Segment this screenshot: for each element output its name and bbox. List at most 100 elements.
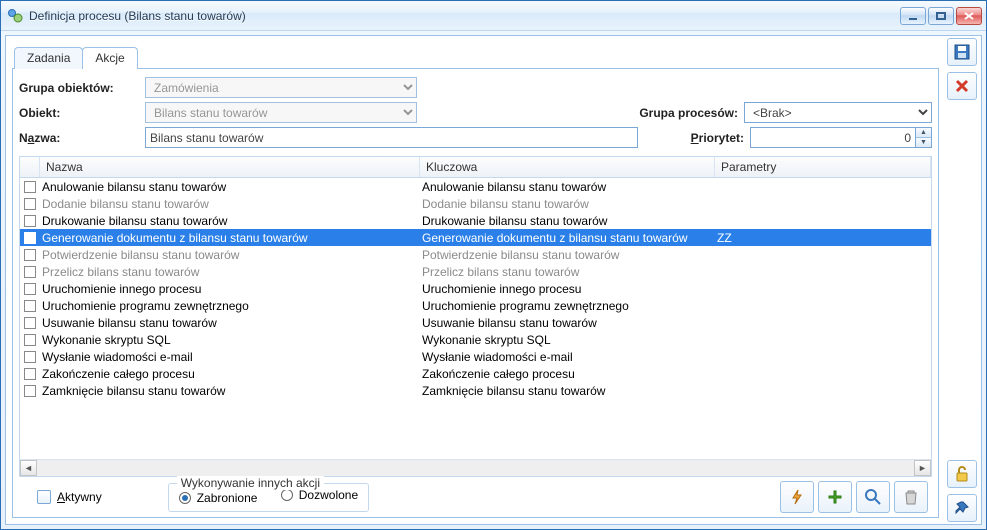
select-grupa-procesow[interactable]: <Brak>: [744, 102, 932, 123]
row-checkbox[interactable]: [24, 283, 36, 295]
column-nazwa[interactable]: Nazwa: [40, 157, 420, 177]
pin-icon: [954, 500, 970, 516]
spin-priorytet[interactable]: ▲▼: [750, 127, 932, 148]
cell-kluczowa: Potwierdzenie bilansu stanu towarów: [420, 248, 715, 262]
row-checkbox[interactable]: [24, 215, 36, 227]
cell-nazwa: Zamknięcie bilansu stanu towarów: [40, 384, 420, 398]
group-legend: Wykonywanie innych akcji: [177, 476, 324, 490]
label-grupa-obiektow: Grupa obiektów:: [19, 81, 139, 95]
tab-akcje[interactable]: Akcje: [82, 47, 137, 69]
row-checkbox[interactable]: [24, 385, 36, 397]
x-icon: [954, 78, 970, 94]
app-icon: [7, 8, 23, 24]
select-grupa-obiektow[interactable]: Zamówienia: [145, 77, 417, 98]
cell-kluczowa: Generowanie dokumentu z bilansu stanu to…: [420, 231, 715, 245]
pin-button[interactable]: [947, 494, 977, 522]
floppy-icon: [953, 43, 971, 61]
spin-down-icon[interactable]: ▼: [916, 137, 931, 147]
cell-kluczowa: Uruchomienie innego procesu: [420, 282, 715, 296]
row-checkbox[interactable]: [24, 317, 36, 329]
titlebar[interactable]: Definicja procesu (Bilans stanu towarów): [1, 1, 986, 31]
radio-zabronione[interactable]: Zabronione: [179, 491, 258, 505]
table-row[interactable]: Wysłanie wiadomości e-mailWysłanie wiado…: [20, 348, 931, 365]
scroll-left-icon[interactable]: ◄: [20, 460, 37, 476]
column-kluczowa[interactable]: Kluczowa: [420, 157, 715, 177]
spin-priorytet-input[interactable]: [751, 128, 915, 147]
save-button[interactable]: [947, 38, 977, 66]
cell-nazwa: Anulowanie bilansu stanu towarów: [40, 180, 420, 194]
add-button[interactable]: [818, 481, 852, 513]
table-row[interactable]: Zakończenie całego procesuZakończenie ca…: [20, 365, 931, 382]
table-row[interactable]: Generowanie dokumentu z bilansu stanu to…: [20, 229, 931, 246]
table-row[interactable]: Drukowanie bilansu stanu towarówDrukowan…: [20, 212, 931, 229]
cell-kluczowa: Przelicz bilans stanu towarów: [420, 265, 715, 279]
row-checkbox[interactable]: [24, 266, 36, 278]
trash-icon: [902, 488, 920, 506]
cell-nazwa: Wykonanie skryptu SQL: [40, 333, 420, 347]
row-checkbox[interactable]: [24, 198, 36, 210]
table-row[interactable]: Wykonanie skryptu SQLWykonanie skryptu S…: [20, 331, 931, 348]
table-row[interactable]: Usuwanie bilansu stanu towarówUsuwanie b…: [20, 314, 931, 331]
unlock-button[interactable]: [947, 460, 977, 488]
cell-kluczowa: Dodanie bilansu stanu towarów: [420, 197, 715, 211]
label-obiekt: Obiekt:: [19, 106, 139, 120]
radio-dozwolone[interactable]: Dozwolone: [281, 488, 358, 502]
tab-zadania[interactable]: Zadania: [14, 47, 83, 69]
row-checkbox[interactable]: [24, 334, 36, 346]
execute-button[interactable]: [780, 481, 814, 513]
table-row[interactable]: Zamknięcie bilansu stanu towarówZamknięc…: [20, 382, 931, 399]
table-row[interactable]: Dodanie bilansu stanu towarówDodanie bil…: [20, 195, 931, 212]
tab-panel-akcje: Grupa obiektów: Zamówienia Obiekt: Bilan…: [12, 68, 939, 518]
column-parametry[interactable]: Parametry: [715, 157, 931, 177]
cell-kluczowa: Zakończenie całego procesu: [420, 367, 715, 381]
cell-nazwa: Drukowanie bilansu stanu towarów: [40, 214, 420, 228]
cell-nazwa: Potwierdzenie bilansu stanu towarów: [40, 248, 420, 262]
row-checkbox[interactable]: [24, 351, 36, 363]
side-toolbar: [943, 36, 981, 524]
input-nazwa[interactable]: [145, 127, 638, 148]
cell-kluczowa: Wykonanie skryptu SQL: [420, 333, 715, 347]
client-area: Zadania Akcje Grupa obiektów: Zamówienia…: [5, 35, 982, 525]
row-checkbox[interactable]: [24, 300, 36, 312]
grid-body[interactable]: Anulowanie bilansu stanu towarówAnulowan…: [20, 178, 931, 459]
cell-kluczowa: Zamknięcie bilansu stanu towarów: [420, 384, 715, 398]
grid-header: Nazwa Kluczowa Parametry: [20, 157, 931, 178]
scroll-track[interactable]: [37, 460, 914, 476]
row-checkbox[interactable]: [24, 368, 36, 380]
table-row[interactable]: Uruchomienie programu zewnętrznegoUrucho…: [20, 297, 931, 314]
close-button[interactable]: [956, 7, 982, 25]
table-row[interactable]: Przelicz bilans stanu towarówPrzelicz bi…: [20, 263, 931, 280]
cell-nazwa: Usuwanie bilansu stanu towarów: [40, 316, 420, 330]
row-checkbox[interactable]: [24, 181, 36, 193]
row-checkbox[interactable]: [24, 249, 36, 261]
select-obiekt[interactable]: Bilans stanu towarów: [145, 102, 417, 123]
spin-up-icon[interactable]: ▲: [916, 128, 931, 137]
horizontal-scrollbar[interactable]: ◄ ►: [20, 459, 931, 476]
cell-nazwa: Przelicz bilans stanu towarów: [40, 265, 420, 279]
cell-kluczowa: Usuwanie bilansu stanu towarów: [420, 316, 715, 330]
padlock-open-icon: [953, 465, 971, 483]
delete-button[interactable]: [894, 481, 928, 513]
actions-grid: Nazwa Kluczowa Parametry Anulowanie bila…: [19, 156, 932, 477]
radio-dot-icon: [281, 489, 293, 501]
row-checkbox[interactable]: [24, 232, 36, 244]
label-nazwa: Nazwa:: [19, 131, 139, 145]
search-button[interactable]: [856, 481, 890, 513]
label-priorytet: Priorytet:: [691, 131, 744, 145]
minimize-button[interactable]: [900, 7, 926, 25]
cell-nazwa: Dodanie bilansu stanu towarów: [40, 197, 420, 211]
table-row[interactable]: Potwierdzenie bilansu stanu towarówPotwi…: [20, 246, 931, 263]
magnifier-icon: [864, 488, 882, 506]
scroll-right-icon[interactable]: ►: [914, 460, 931, 476]
window-frame: Definicja procesu (Bilans stanu towarów)…: [0, 0, 987, 530]
checkbox-box-icon: [37, 490, 51, 504]
cell-nazwa: Wysłanie wiadomości e-mail: [40, 350, 420, 364]
checkbox-aktywny[interactable]: Aktywny: [37, 490, 102, 504]
maximize-button[interactable]: [928, 7, 954, 25]
cancel-button[interactable]: [947, 72, 977, 100]
group-wykonywanie: Wykonywanie innych akcji Zabronione Dozw…: [168, 483, 369, 512]
cell-parametry: ZZ: [715, 231, 931, 245]
column-check[interactable]: [20, 157, 40, 177]
table-row[interactable]: Anulowanie bilansu stanu towarówAnulowan…: [20, 178, 931, 195]
table-row[interactable]: Uruchomienie innego procesuUruchomienie …: [20, 280, 931, 297]
